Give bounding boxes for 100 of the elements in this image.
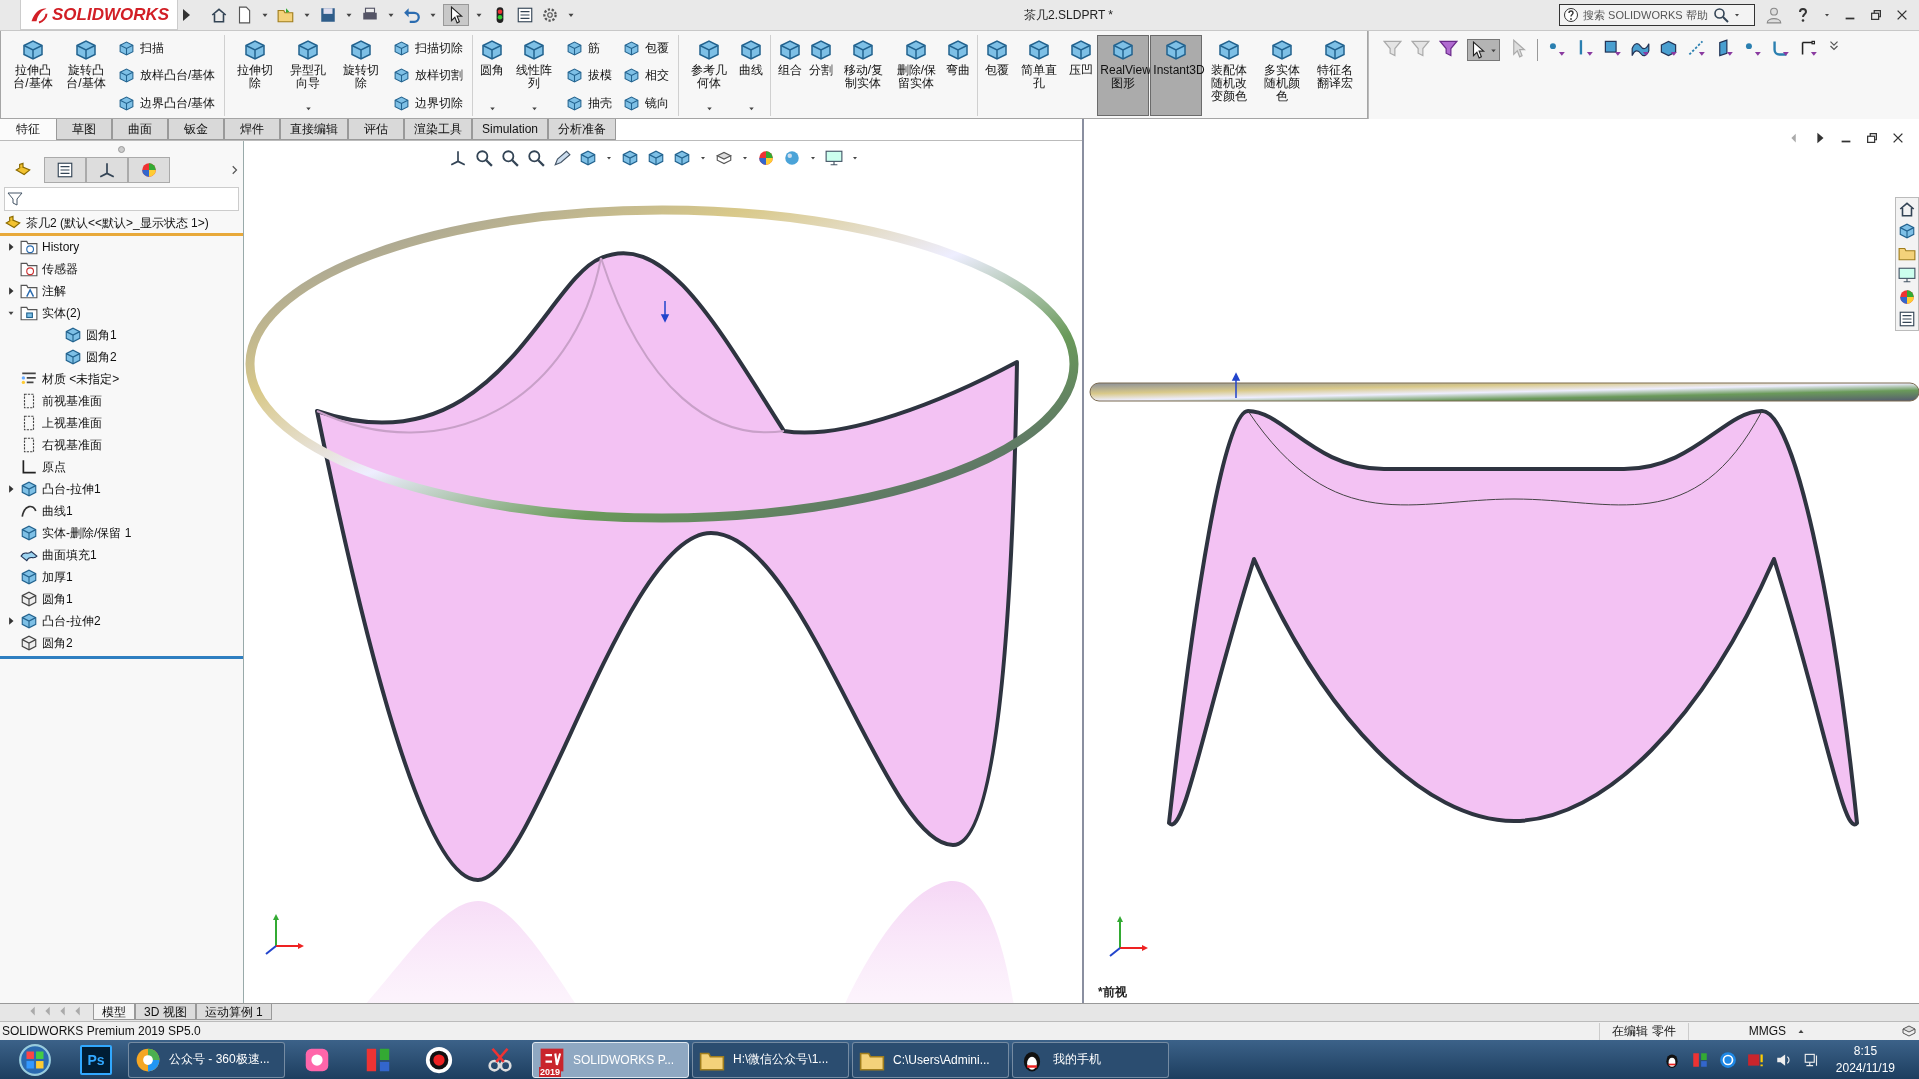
tab[interactable]: 渲染工具 — [404, 119, 472, 140]
toolbar-button[interactable]: 拔模 — [563, 62, 616, 89]
toolbar-button[interactable]: 旋转切除 — [335, 35, 388, 116]
monitor-icon[interactable] — [825, 149, 843, 167]
restore-icon[interactable] — [1869, 8, 1883, 22]
toolbar-button[interactable]: 放样凸台/基体 — [115, 62, 219, 89]
panel-tab[interactable] — [86, 157, 128, 183]
tree-root[interactable]: 茶几2 (默认<<默认>_显示状态 1>) — [26, 214, 209, 232]
toolbar-button[interactable]: 筋 — [563, 35, 616, 61]
tab[interactable]: 运动算例 1 — [195, 1004, 272, 1020]
tree-item[interactable]: 右视基准面 — [42, 436, 102, 454]
expand-arrow-icon[interactable] — [6, 242, 16, 252]
toolbar-button[interactable]: 组合 — [775, 35, 806, 116]
undo-icon[interactable] — [403, 6, 422, 24]
record-icon[interactable] — [424, 1044, 454, 1075]
caret-icon[interactable] — [746, 104, 756, 113]
zoom-icon[interactable] — [475, 149, 493, 167]
caret-icon[interactable] — [1733, 11, 1741, 19]
cube-icon[interactable] — [1898, 222, 1916, 240]
filter-icon[interactable] — [1799, 39, 1819, 58]
panel-tab[interactable] — [128, 157, 170, 183]
toolbar-button[interactable]: RealView图形 — [1097, 35, 1150, 116]
tree-item[interactable]: History — [42, 240, 80, 254]
taskbar-button[interactable]: C:\Users\Admini... — [852, 1041, 1009, 1078]
cube-icon[interactable] — [647, 149, 665, 167]
toolbar-button[interactable]: 旋转凸台/基体 — [60, 35, 112, 116]
caret-icon[interactable] — [487, 104, 497, 113]
tree-item[interactable]: 材质 <未指定> — [42, 370, 120, 388]
tree-item[interactable]: 实体(2) — [42, 304, 81, 322]
toolbar-button[interactable]: 异型孔向导 — [282, 35, 335, 116]
tag-icon[interactable] — [1901, 1023, 1917, 1039]
tiles-icon[interactable] — [1690, 1050, 1709, 1069]
caret-icon[interactable] — [704, 104, 714, 113]
close-icon[interactable] — [1891, 131, 1905, 145]
list-icon[interactable] — [1898, 310, 1916, 328]
toolbar-button[interactable]: 抽壳 — [563, 90, 616, 116]
tree-item[interactable]: 圆角2 — [42, 634, 73, 652]
appearance-icon[interactable] — [1898, 288, 1916, 306]
toolbar-button[interactable]: 特征名翻译宏 — [1309, 35, 1362, 116]
taskbar-button[interactable]: 我的手机 — [1012, 1041, 1169, 1078]
tree-item[interactable]: 圆角1 — [42, 590, 73, 608]
toolbar-button[interactable]: 分割 — [806, 35, 837, 116]
tree-item[interactable]: 凸台-拉伸2 — [42, 612, 101, 630]
monitor-icon[interactable] — [1898, 266, 1916, 284]
toolbar-button[interactable]: 相交 — [620, 62, 673, 89]
caret-icon[interactable] — [851, 154, 859, 162]
splitter-handle-icon[interactable] — [118, 145, 125, 153]
tree-item[interactable]: 凸台-拉伸1 — [42, 480, 101, 498]
toolbar-button[interactable]: 边界凸台/基体 — [115, 90, 219, 116]
axes-icon[interactable] — [449, 149, 467, 167]
toolbar-button[interactable]: 扫描切除 — [390, 35, 467, 61]
filter-icon[interactable] — [1659, 39, 1679, 58]
toolbar-button[interactable]: 压凹 — [1066, 35, 1097, 116]
clock-time[interactable]: 8:15 — [1853, 1042, 1878, 1060]
toolbar-button[interactable]: 放样切割 — [390, 62, 467, 89]
tab[interactable]: 直接编辑 — [280, 119, 348, 140]
tree-item[interactable]: 圆角2 — [86, 348, 117, 366]
cube-icon[interactable] — [673, 149, 691, 167]
toolbar-button[interactable]: 拉伸切除 — [229, 35, 282, 116]
taskbar-button[interactable]: H:\微信公众号\1... — [692, 1041, 849, 1078]
scene-icon[interactable] — [783, 149, 801, 167]
tree-item[interactable]: 曲面填充1 — [42, 546, 97, 564]
caret-icon[interactable] — [303, 104, 313, 113]
caret-icon[interactable] — [741, 154, 749, 162]
search-icon[interactable] — [1713, 7, 1729, 23]
appearance-icon[interactable] — [757, 149, 775, 167]
funnel-icon[interactable] — [1439, 39, 1459, 58]
tree-item[interactable]: 前视基准面 — [42, 392, 102, 410]
tree-item[interactable]: 注解 — [42, 282, 66, 300]
tree-item[interactable]: 原点 — [42, 458, 66, 476]
toolbar-button[interactable]: 拉伸凸台/基体 — [7, 35, 59, 116]
tab[interactable]: 评估 — [348, 119, 404, 140]
tab[interactable]: 模型 — [93, 1004, 135, 1020]
toolbar-button[interactable]: 删除/保留实体 — [890, 35, 943, 116]
tree-item[interactable]: 圆角1 — [86, 326, 117, 344]
user-icon[interactable] — [1765, 6, 1783, 24]
tree-item[interactable]: 加厚1 — [42, 568, 73, 586]
tree-item[interactable]: 实体-删除/保留 1 — [42, 524, 132, 542]
toolbar-button[interactable]: 装配体随机改变颜色 — [1203, 35, 1256, 116]
toolbar-button[interactable]: 弯曲 — [943, 35, 974, 116]
tab[interactable]: 特征 — [0, 119, 56, 140]
home-icon[interactable] — [1898, 200, 1916, 218]
caret-icon[interactable] — [605, 154, 613, 162]
restore-icon[interactable] — [1865, 131, 1879, 145]
toolbar-button[interactable]: 多实体随机颜色 — [1256, 35, 1309, 116]
tab[interactable]: 钣金 — [168, 119, 224, 140]
tab[interactable]: 分析准备 — [548, 119, 617, 140]
toolbar-button[interactable]: 线性阵列 — [508, 35, 561, 116]
zoom-icon[interactable] — [501, 149, 519, 167]
panel-tab[interactable] — [44, 157, 86, 183]
home-icon[interactable] — [210, 6, 229, 24]
start-icon[interactable] — [18, 1042, 52, 1077]
open-folder-icon[interactable] — [277, 6, 296, 24]
settings-icon[interactable] — [541, 6, 560, 24]
pencil-icon[interactable] — [553, 149, 571, 167]
tree-item[interactable]: 传感器 — [42, 260, 78, 278]
tab[interactable]: Simulation — [472, 119, 549, 140]
cube-icon[interactable] — [579, 149, 597, 167]
taskbar-button[interactable]: 公众号 - 360极速... — [128, 1041, 285, 1078]
toolbar-button[interactable]: 包覆 — [982, 35, 1013, 116]
